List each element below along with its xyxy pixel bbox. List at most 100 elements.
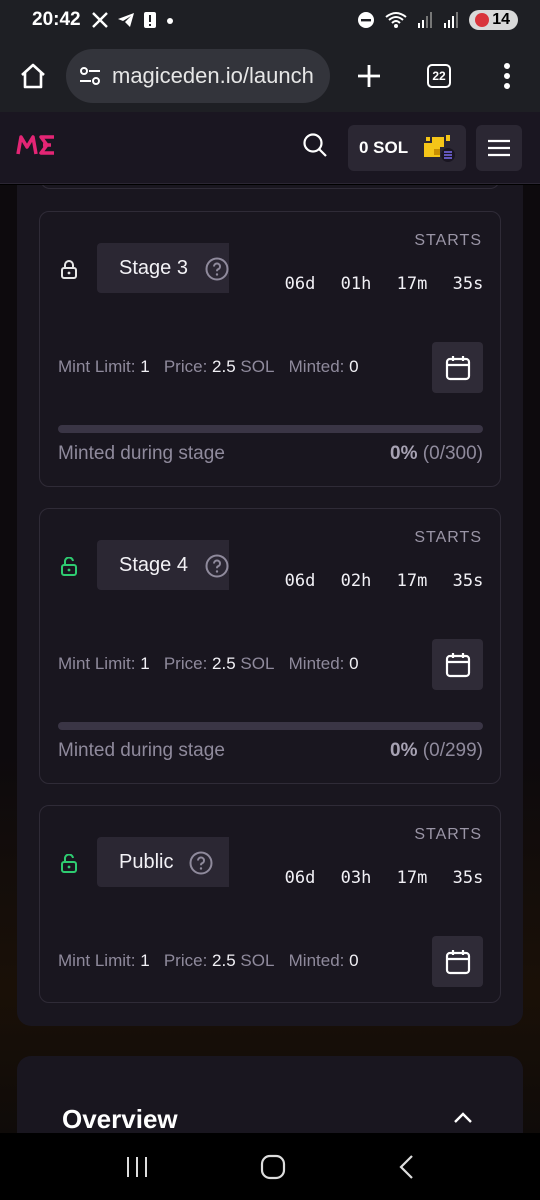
countdown-timer: 06d 02h 17m 35s [272,571,496,591]
price-label: Price: [163,654,208,673]
telegram-icon [117,13,134,27]
stage-card-3: Stage 3 STARTS 06d 01h 17m 35s Mint Limi… [39,211,501,487]
tab-switcher-button[interactable]: 22 [404,64,474,88]
price-unit: SOL [240,951,275,970]
home-button[interactable] [0,62,66,90]
countdown-days: 06d [284,571,316,591]
more-vertical-icon [504,63,510,89]
help-icon[interactable] [189,851,213,875]
mint-progress-bar [58,425,483,433]
help-icon[interactable] [205,554,229,578]
notification-icons [91,11,175,29]
stage-name: Stage 3 [119,256,188,279]
stage-details: Mint Limit: 1 Price: 2.5 SOL Minted: 0 [58,654,359,674]
mint-limit-value: 1 [140,951,150,970]
starts-label: STARTS [414,826,482,843]
countdown-timer: 06d 03h 17m 35s [272,868,496,888]
me-logo-icon [16,135,54,155]
overview-title: Overview [62,1104,178,1133]
address-bar[interactable]: magiceden.io/launch [66,49,330,103]
minted-value: 0 [349,654,359,673]
minted-during-label: Minted during stage [58,740,225,761]
stage-name: Public [119,850,174,873]
countdown-days: 06d [284,274,316,294]
add-to-calendar-button[interactable] [432,342,483,393]
wifi-icon [385,12,407,28]
price-value: 2.5 [212,357,236,376]
stage-details: Mint Limit: 1 Price: 2.5 SOL Minted: 0 [58,357,359,377]
do-not-disturb-icon [358,12,375,28]
minted-label: Minted: [288,357,345,376]
stage-name-tag: Public [97,837,229,887]
chevron-up-icon[interactable] [453,1112,473,1124]
recent-apps-icon[interactable] [125,1155,149,1179]
new-tab-button[interactable] [334,63,404,89]
stage-card-4: Stage 4 STARTS 06d 02h 17m 35s Mint Limi… [39,508,501,784]
lock-closed-icon [61,260,77,279]
minted-value: 0 [349,357,359,376]
signal-icon [418,12,433,28]
mint-limit-label: Mint Limit: [58,951,136,970]
countdown-seconds: 35s [452,868,484,888]
x-app-icon [91,12,108,28]
minted-during-stage: Minted during stage 0% (0/299) [58,740,483,762]
countdown-hours: 01h [340,274,372,294]
site-settings-icon[interactable] [78,64,102,88]
price-label: Price: [163,357,208,376]
countdown-minutes: 17m [396,274,428,294]
dot-icon [166,18,173,24]
minted-value: 0 [349,951,359,970]
calendar-icon [445,355,470,380]
site-menu-button[interactable] [476,124,522,171]
lock-open-icon [61,557,77,576]
wallet-button[interactable]: 0 SOL [348,124,466,171]
search-icon [303,133,327,157]
system-icons: 14 [357,10,518,30]
add-to-calendar-button[interactable] [432,936,483,987]
hamburger-icon [488,139,510,156]
plus-icon [358,65,380,87]
mint-limit-value: 1 [140,357,150,376]
minted-count: (0/299) [422,740,483,761]
status-time: 20:42 [32,9,81,30]
help-icon[interactable] [205,257,229,281]
back-icon[interactable] [397,1154,415,1180]
home-icon [21,63,45,89]
mint-limit-label: Mint Limit: [58,357,136,376]
countdown-seconds: 35s [452,274,484,294]
stage-card-public: Public STARTS 06d 03h 17m 35s Mint Limit… [39,805,501,1003]
countdown-timer: 06d 01h 17m 35s [272,274,496,294]
wallet-balance: 0 SOL [359,137,409,157]
status-bar: 20:42 14 [0,0,540,40]
tabs-count: 22 [427,64,451,88]
minted-label: Minted: [288,654,345,673]
magic-eden-logo[interactable] [16,133,56,162]
url-text: magiceden.io/launch [112,63,314,88]
stage-name-tag: Stage 4 [97,540,229,590]
wallet-avatar-icon [424,134,455,162]
search-button[interactable] [302,132,328,163]
previous-stage-card [40,185,500,189]
overview-section[interactable]: Overview [17,1056,523,1133]
minted-during-label: Minted during stage [58,443,225,464]
charging-icon [475,13,490,27]
mint-limit-value: 1 [140,654,150,673]
stage-name: Stage 4 [119,553,188,576]
minted-during-stage: Minted during stage 0% (0/300) [58,443,483,465]
starts-label: STARTS [414,529,482,546]
system-navigation-bar [0,1133,540,1200]
countdown-minutes: 17m [396,571,428,591]
home-nav-icon[interactable] [260,1154,286,1180]
browser-toolbar: magiceden.io/launch 22 [0,40,540,112]
signal-icon-2 [444,12,459,28]
battery-indicator: 14 [469,10,518,30]
minted-progress-text: 0% (0/299) [390,740,483,762]
browser-menu-button[interactable] [474,63,540,89]
add-to-calendar-button[interactable] [432,639,483,690]
price-unit: SOL [240,357,275,376]
price-value: 2.5 [212,951,236,970]
minted-percent: 0% [390,443,418,464]
stage-details: Mint Limit: 1 Price: 2.5 SOL Minted: 0 [58,951,359,971]
starts-label: STARTS [414,232,482,249]
battery-level: 14 [492,11,510,28]
